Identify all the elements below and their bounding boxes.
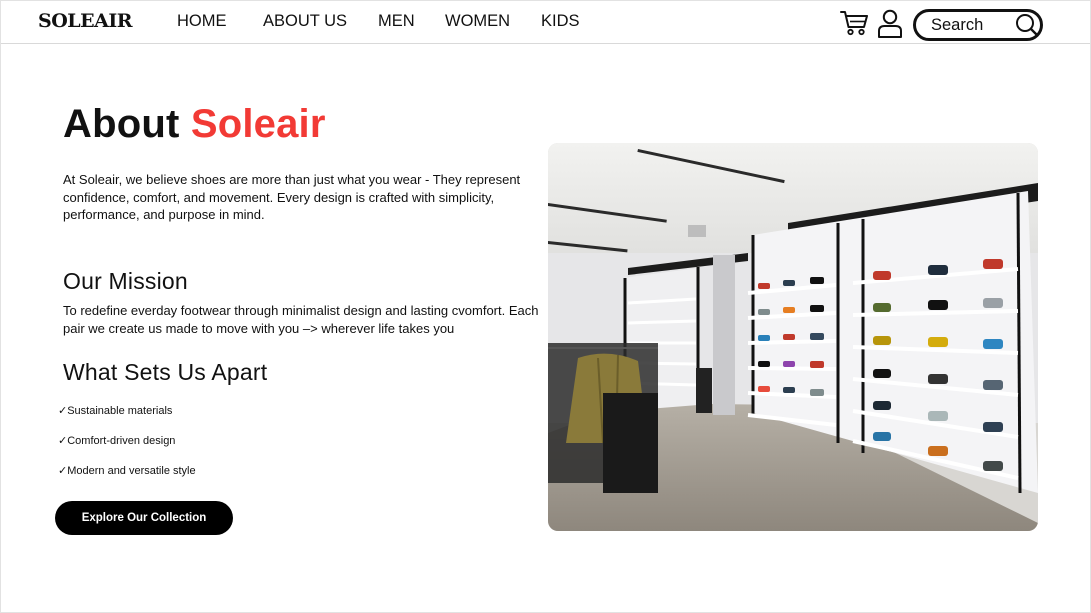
user-icon[interactable] xyxy=(877,9,903,39)
search-input[interactable] xyxy=(931,15,1011,35)
cart-icon[interactable] xyxy=(840,10,868,36)
brand-logo[interactable]: SOLEAIR xyxy=(38,10,133,32)
intro-text: At Soleair, we believe shoes are more th… xyxy=(63,172,521,223)
nav-home[interactable]: HOME xyxy=(177,12,227,31)
mission-text: To redefine everday footwear through min… xyxy=(63,303,539,336)
search-box xyxy=(913,9,1043,41)
nav-kids[interactable]: KIDS xyxy=(541,12,580,31)
mission-heading: Our Mission xyxy=(63,268,188,294)
search-icon[interactable] xyxy=(1015,13,1039,37)
nav-about-us[interactable]: ABOUT US xyxy=(263,12,347,31)
apart-heading: What Sets Us Apart xyxy=(63,359,268,385)
title-accent: Soleair xyxy=(190,102,326,146)
feature-item: ✓Sustainable materials xyxy=(58,405,173,417)
explore-collection-button[interactable]: Explore Our Collection xyxy=(55,501,233,535)
feature-item: ✓Comfort-driven design xyxy=(58,435,176,447)
store-interior-photo xyxy=(548,143,1038,531)
site-header: SOLEAIR HOME ABOUT US MEN WOMEN KIDS xyxy=(0,0,1091,44)
feature-item: ✓Modern and versatile style xyxy=(58,465,196,477)
nav-women[interactable]: WOMEN xyxy=(445,12,510,31)
nav-men[interactable]: MEN xyxy=(378,12,415,31)
shoe-wall-illustration xyxy=(548,143,1038,531)
title-prefix: About xyxy=(63,102,180,146)
page-title: About Soleair xyxy=(63,102,326,147)
